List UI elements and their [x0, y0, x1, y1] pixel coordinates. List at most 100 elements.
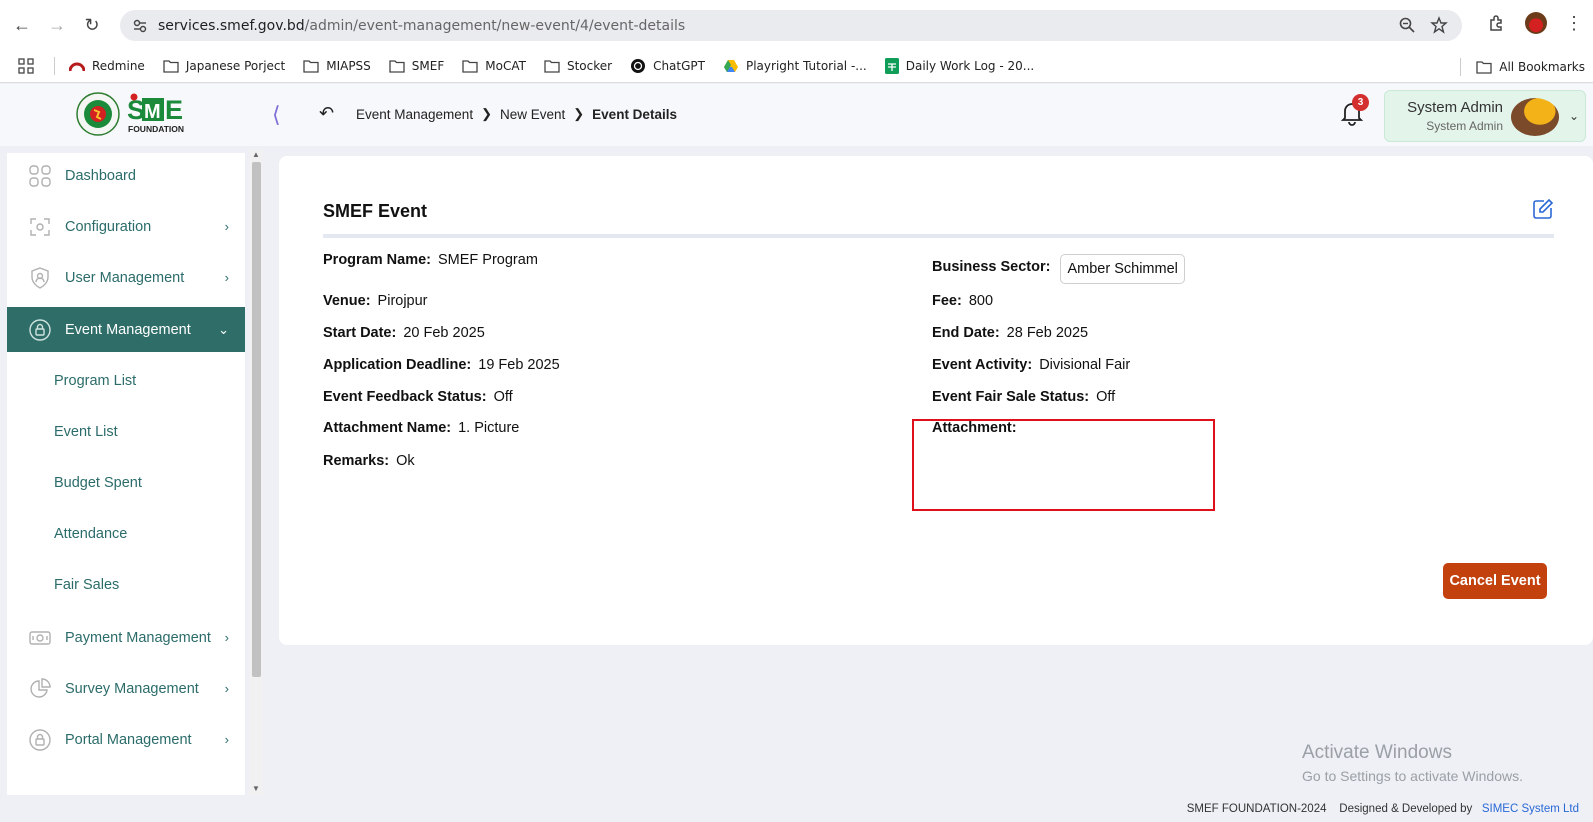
configuration-icon	[30, 217, 50, 236]
bookmark-japanese-porject[interactable]: Japanese Porject	[163, 59, 285, 73]
bookmark-daily-work-log[interactable]: Daily Work Log - 20...	[884, 58, 1034, 74]
redmine-icon	[69, 62, 85, 72]
field-value: 19 Feb 2025	[478, 357, 560, 373]
footer-designed-by: Designed & Developed by	[1339, 803, 1473, 815]
sidebar: Dashboard Configuration › User Managemen…	[7, 153, 245, 795]
bookmark-chatgpt[interactable]: ChatGPT	[630, 58, 705, 74]
forward-arrow-icon[interactable]: →	[45, 13, 69, 37]
edit-icon[interactable]	[1532, 198, 1554, 220]
field-value: Off	[493, 389, 513, 405]
svg-text:E: E	[165, 95, 183, 125]
field-program-name: Program Name: SMEF Program	[323, 252, 538, 268]
extensions-icon[interactable]	[1487, 13, 1507, 33]
sidebar-subitem-program-list[interactable]: Program List	[54, 373, 136, 389]
bookmark-redmine[interactable]: Redmine	[69, 59, 145, 73]
scrollbar-thumb[interactable]	[252, 162, 261, 677]
chevron-right-icon: ›	[224, 270, 229, 285]
reload-icon[interactable]: ↻	[80, 13, 104, 37]
footer-copyright: SMEF FOUNDATION-2024	[1186, 803, 1327, 815]
sidebar-subitem-attendance[interactable]: Attendance	[54, 526, 127, 542]
bookmark-playright-tutorial[interactable]: Playright Tutorial -...	[723, 59, 867, 73]
field-label: Business Sector:	[932, 258, 1051, 275]
field-value: 800	[968, 293, 994, 309]
folder-icon	[462, 60, 478, 73]
sidebar-item-event-management[interactable]: Event Management ⌄	[7, 307, 245, 352]
field-label: Program Name:	[323, 252, 431, 268]
site-settings-icon[interactable]	[132, 18, 148, 34]
breadcrumb-item-new-event[interactable]: New Event	[500, 107, 565, 122]
chevron-right-icon: ›	[224, 732, 229, 747]
field-value: Divisional Fair	[1039, 357, 1131, 373]
address-bar[interactable]: services.smef.gov.bd/admin/event-managem…	[120, 10, 1462, 41]
scroll-up-arrow-icon[interactable]: ▲	[252, 150, 260, 159]
folder-icon	[303, 60, 319, 73]
smef-logo[interactable]: S M E FOUNDATION	[76, 91, 196, 137]
all-bookmarks[interactable]: All Bookmarks	[1460, 58, 1585, 76]
bookmark-smef[interactable]: SMEF	[389, 59, 444, 73]
sidebar-item-survey-management[interactable]: Survey Management ›	[7, 666, 245, 711]
sidebar-item-dashboard[interactable]: Dashboard	[7, 153, 245, 198]
apps-grid-icon[interactable]	[18, 58, 34, 74]
breadcrumb-item-event-management[interactable]: Event Management	[356, 107, 473, 122]
sidebar-item-label: Dashboard	[65, 167, 136, 184]
folder-icon	[163, 60, 179, 73]
field-label: Attachment Name:	[323, 420, 452, 436]
sidebar-subitem-event-list[interactable]: Event List	[54, 424, 118, 440]
field-event-feedback-status: Event Feedback Status: Off	[323, 389, 513, 405]
sidebar-collapse-icon[interactable]: ⟨	[272, 102, 281, 128]
bookmarks-divider	[1460, 58, 1462, 76]
url-host: services.smef.gov.bd	[158, 17, 305, 34]
sidebar-item-portal-management[interactable]: Portal Management ›	[7, 717, 245, 762]
business-sector-chip: Amber Schimmel	[1060, 254, 1185, 284]
sidebar-subitem-fair-sales[interactable]: Fair Sales	[54, 577, 119, 593]
chevron-right-icon: ›	[224, 219, 229, 234]
field-value: Ok	[396, 453, 415, 469]
lock-icon	[29, 318, 51, 341]
kebab-menu-icon[interactable]: ⋮	[1565, 13, 1583, 34]
breadcrumb: Event Management ❯ New Event ❯ Event Det…	[356, 106, 677, 122]
field-attachment-name: Attachment Name: 1. Picture	[323, 420, 519, 436]
star-icon[interactable]	[1430, 16, 1448, 34]
field-label: Event Fair Sale Status:	[932, 389, 1090, 405]
sidebar-item-label: Event Management	[65, 321, 191, 338]
sidebar-item-payment-management[interactable]: Payment Management ›	[7, 615, 245, 660]
user-shield-icon	[31, 266, 49, 289]
field-value: 28 Feb 2025	[1006, 325, 1089, 341]
sidebar-item-label: Survey Management	[65, 680, 199, 697]
bookmark-mocat[interactable]: MoCAT	[462, 59, 526, 73]
field-value: Pirojpur	[377, 293, 428, 309]
chevron-right-icon: ›	[224, 681, 229, 696]
bookmark-label: Redmine	[92, 59, 145, 73]
undo-back-icon[interactable]: ↶	[319, 103, 334, 124]
sidebar-item-user-management[interactable]: User Management ›	[7, 255, 245, 300]
footer: SMEF FOUNDATION-2024 Designed & Develope…	[0, 796, 1593, 822]
bookmark-stocker[interactable]: Stocker	[544, 59, 612, 73]
bookmark-label: Playright Tutorial -...	[745, 59, 867, 73]
chatgpt-icon	[631, 59, 646, 73]
field-value: SMEF Program	[437, 252, 538, 268]
bookmark-label: SMEF	[411, 59, 445, 73]
pie-chart-icon	[30, 677, 51, 698]
bookmarks-divider	[54, 57, 55, 75]
sidebar-item-configuration[interactable]: Configuration ›	[7, 204, 245, 249]
back-arrow-icon[interactable]: ←	[10, 13, 34, 37]
bookmark-label: ChatGPT	[653, 59, 705, 73]
field-remarks: Remarks: Ok	[323, 453, 415, 469]
bookmark-miapss[interactable]: MIAPSS	[303, 59, 371, 73]
bookmark-label: MoCAT	[485, 59, 526, 73]
zoom-icon[interactable]	[1398, 16, 1416, 34]
svg-text:M: M	[144, 101, 161, 123]
field-value: 1. Picture	[458, 420, 520, 436]
cancel-event-button[interactable]: Cancel Event	[1443, 563, 1547, 599]
sidebar-subitem-budget-spent[interactable]: Budget Spent	[54, 475, 142, 491]
scroll-down-arrow-icon[interactable]: ▼	[252, 784, 260, 793]
bookmark-label: Stocker	[566, 59, 613, 73]
watermark-title: Activate Windows	[1302, 742, 1452, 763]
profile-avatar[interactable]	[1525, 12, 1547, 34]
activate-windows-watermark: Activate Windows Go to Settings to activ…	[1302, 742, 1523, 784]
attachment-highlight-box	[912, 419, 1215, 511]
sidebar-scrollbar[interactable]: ▲ ▼	[249, 150, 263, 795]
footer-company-link[interactable]: SIMEC System Ltd	[1482, 803, 1579, 815]
lock-icon	[29, 728, 51, 751]
user-menu[interactable]: System Admin System Admin ⌄	[1384, 90, 1586, 142]
